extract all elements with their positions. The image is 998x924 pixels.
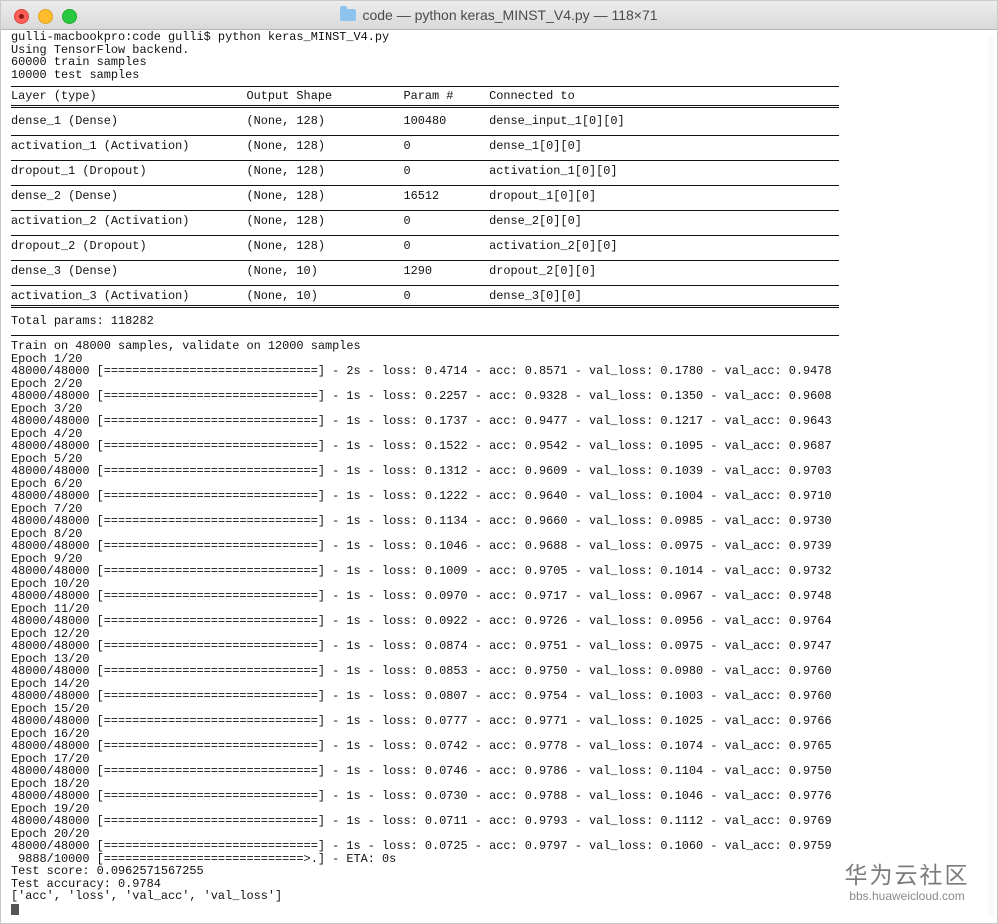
epoch-progress: 48000/48000 [===========================… xyxy=(11,739,832,753)
table-rule xyxy=(11,185,839,186)
window-title-wrap: code — python keras_MINST_V4.py — 118×71 xyxy=(1,1,997,29)
epoch-progress: 48000/48000 [===========================… xyxy=(11,389,832,403)
window-title: code — python keras_MINST_V4.py — 118×71 xyxy=(362,7,658,23)
table-rule xyxy=(11,285,839,286)
epoch-progress: 48000/48000 [===========================… xyxy=(11,714,832,728)
epoch-progress: 48000/48000 [===========================… xyxy=(11,539,832,553)
prompt-line: gulli-macbookpro:code gulli$ python kera… xyxy=(11,31,390,44)
preamble-line: 10000 test samples xyxy=(11,67,140,82)
layer-row: activation_2 (Activation) (None, 128) 0 … xyxy=(11,214,582,228)
epoch-progress: 48000/48000 [===========================… xyxy=(11,689,832,703)
table-rule xyxy=(11,235,839,236)
layer-row: dense_3 (Dense) (None, 10) 1290 dropout_… xyxy=(11,264,597,278)
table-rule-double xyxy=(11,305,839,308)
table-rule xyxy=(11,210,839,211)
table-rule xyxy=(11,160,839,161)
layer-row: activation_1 (Activation) (None, 128) 0 … xyxy=(11,139,582,153)
layer-row: dense_2 (Dense) (None, 128) 16512 dropou… xyxy=(11,189,597,203)
title-bar[interactable]: code — python keras_MINST_V4.py — 118×71 xyxy=(1,1,997,30)
epoch-progress: 48000/48000 [===========================… xyxy=(11,514,832,528)
epoch-progress: 48000/48000 [===========================… xyxy=(11,764,832,778)
summary-header: Layer (type) Output Shape Param # Connec… xyxy=(11,89,575,103)
table-rule xyxy=(11,135,839,136)
layer-row: activation_3 (Activation) (None, 10) 0 d… xyxy=(11,289,582,303)
epoch-progress: 48000/48000 [===========================… xyxy=(11,814,832,828)
epoch-progress: 48000/48000 [===========================… xyxy=(11,789,832,803)
watermark-url: bbs.huaweicloud.com xyxy=(849,889,965,903)
total-params: Total params: 118282 xyxy=(11,314,154,328)
table-rule xyxy=(11,335,839,336)
layer-row: dropout_2 (Dropout) (None, 128) 0 activa… xyxy=(11,239,618,253)
layer-row: dense_1 (Dense) (None, 128) 100480 dense… xyxy=(11,114,625,128)
epoch-progress: 48000/48000 [===========================… xyxy=(11,589,832,603)
text-cursor xyxy=(11,904,19,915)
epoch-progress: 48000/48000 [===========================… xyxy=(11,414,832,428)
train-info: Train on 48000 samples, validate on 1200… xyxy=(11,339,361,353)
epoch-progress: 48000/48000 [===========================… xyxy=(11,439,832,453)
layer-row: dropout_1 (Dropout) (None, 128) 0 activa… xyxy=(11,164,618,178)
table-rule-double xyxy=(11,105,839,108)
watermark-logo: 华为云社区 xyxy=(844,863,970,889)
epoch-progress: 48000/48000 [===========================… xyxy=(11,364,832,378)
epoch-progress: 48000/48000 [===========================… xyxy=(11,839,832,853)
test-score: Test score: 0.0962571567255 xyxy=(11,864,204,878)
terminal-window: code — python keras_MINST_V4.py — 118×71… xyxy=(0,0,998,924)
table-rule xyxy=(11,86,839,87)
epoch-progress: 48000/48000 [===========================… xyxy=(11,464,832,478)
epoch-progress: 48000/48000 [===========================… xyxy=(11,489,832,503)
preamble-line: 60000 train samples xyxy=(11,55,147,69)
folder-icon xyxy=(340,6,357,21)
epoch-progress: 48000/48000 [===========================… xyxy=(11,564,832,578)
scrollbar-track[interactable] xyxy=(988,37,994,917)
watermark: 华为云社区 bbs.huaweicloud.com xyxy=(837,863,977,903)
history-keys: ['acc', 'loss', 'val_acc', 'val_loss'] xyxy=(11,889,283,903)
table-rule xyxy=(11,260,839,261)
epoch-progress: 48000/48000 [===========================… xyxy=(11,639,832,653)
epoch-progress: 48000/48000 [===========================… xyxy=(11,614,832,628)
epoch-progress: 48000/48000 [===========================… xyxy=(11,664,832,678)
terminal-output[interactable]: gulli-macbookpro:code gulli$ python kera… xyxy=(11,31,981,923)
